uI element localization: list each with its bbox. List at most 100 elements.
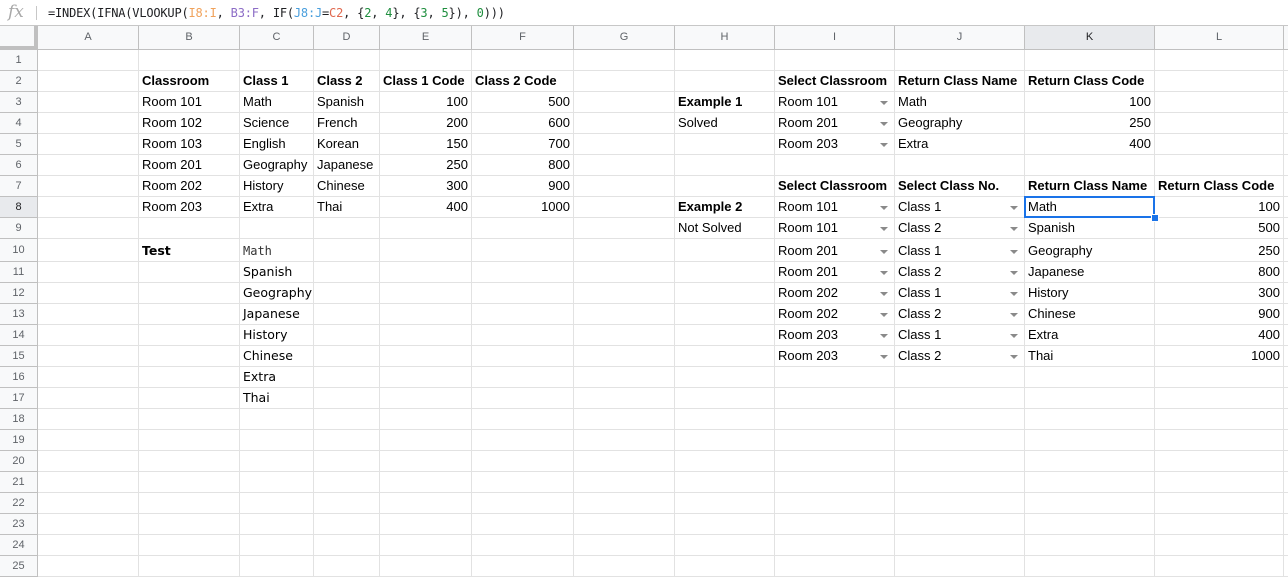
cell-f18[interactable] xyxy=(472,409,574,430)
cell-d6[interactable]: Japanese xyxy=(314,155,380,176)
cell-g9[interactable] xyxy=(574,218,675,239)
cell-j1[interactable] xyxy=(895,50,1025,71)
cell-h6[interactable] xyxy=(675,155,775,176)
cell-g23[interactable] xyxy=(574,514,675,535)
cell-g2[interactable] xyxy=(574,71,675,92)
cell-e10[interactable] xyxy=(380,239,472,262)
cell-g17[interactable] xyxy=(574,388,675,409)
cell-k10[interactable]: Geography xyxy=(1025,239,1155,262)
cell-l2[interactable] xyxy=(1155,71,1284,92)
cell-m15[interactable] xyxy=(1284,346,1288,367)
cell-f7[interactable]: 900 xyxy=(472,176,574,197)
cell-l5[interactable] xyxy=(1155,134,1284,155)
cell-d3[interactable]: Spanish xyxy=(314,92,380,113)
cell-j25[interactable] xyxy=(895,556,1025,577)
cell-m21[interactable] xyxy=(1284,472,1288,493)
cell-b11[interactable] xyxy=(139,262,240,283)
cell-m9[interactable] xyxy=(1284,218,1288,239)
cell-l24[interactable] xyxy=(1155,535,1284,556)
cell-k20[interactable] xyxy=(1025,451,1155,472)
dropdown-arrow-icon[interactable] xyxy=(1010,227,1018,231)
cell-d24[interactable] xyxy=(314,535,380,556)
dropdown-arrow-icon[interactable] xyxy=(880,227,888,231)
cell-f3[interactable]: 500 xyxy=(472,92,574,113)
cell-k8[interactable]: Math xyxy=(1025,197,1155,218)
cell-m24[interactable] xyxy=(1284,535,1288,556)
cell-c25[interactable] xyxy=(240,556,314,577)
dropdown-cell-i5[interactable]: Room 203 xyxy=(775,134,895,155)
cell-e1[interactable] xyxy=(380,50,472,71)
cell-c10[interactable]: Math xyxy=(240,239,314,262)
cell-m12[interactable] xyxy=(1284,283,1288,304)
row-header-18[interactable]: 18 xyxy=(0,409,38,430)
row-header-7[interactable]: 7 xyxy=(0,176,38,197)
cell-l8[interactable]: 100 xyxy=(1155,197,1284,218)
dropdown-arrow-icon[interactable] xyxy=(880,143,888,147)
cell-m4[interactable] xyxy=(1284,113,1288,134)
cell-a23[interactable] xyxy=(38,514,139,535)
cell-e15[interactable] xyxy=(380,346,472,367)
cell-a1[interactable] xyxy=(38,50,139,71)
cell-m13[interactable] xyxy=(1284,304,1288,325)
row-header-17[interactable]: 17 xyxy=(0,388,38,409)
cell-c12[interactable]: Geography xyxy=(240,283,314,304)
cell-k2[interactable]: Return Class Code xyxy=(1025,71,1155,92)
cell-f17[interactable] xyxy=(472,388,574,409)
cell-e11[interactable] xyxy=(380,262,472,283)
cell-d8[interactable]: Thai xyxy=(314,197,380,218)
cell-g7[interactable] xyxy=(574,176,675,197)
cell-b4[interactable]: Room 102 xyxy=(139,113,240,134)
cell-m17[interactable] xyxy=(1284,388,1288,409)
cell-a13[interactable] xyxy=(38,304,139,325)
cell-e24[interactable] xyxy=(380,535,472,556)
cell-a11[interactable] xyxy=(38,262,139,283)
row-header-9[interactable]: 9 xyxy=(0,218,38,239)
cell-e7[interactable]: 300 xyxy=(380,176,472,197)
column-header-d[interactable]: D xyxy=(314,26,380,50)
cell-a20[interactable] xyxy=(38,451,139,472)
cell-b19[interactable] xyxy=(139,430,240,451)
cell-b6[interactable]: Room 201 xyxy=(139,155,240,176)
row-header-25[interactable]: 25 xyxy=(0,556,38,577)
cell-e6[interactable]: 250 xyxy=(380,155,472,176)
cell-c17[interactable]: Thai xyxy=(240,388,314,409)
row-header-3[interactable]: 3 xyxy=(0,92,38,113)
cell-g22[interactable] xyxy=(574,493,675,514)
cell-e8[interactable]: 400 xyxy=(380,197,472,218)
cell-c21[interactable] xyxy=(240,472,314,493)
dropdown-cell-i15[interactable]: Room 203 xyxy=(775,346,895,367)
cell-e16[interactable] xyxy=(380,367,472,388)
cell-i17[interactable] xyxy=(775,388,895,409)
row-header-2[interactable]: 2 xyxy=(0,71,38,92)
cell-b21[interactable] xyxy=(139,472,240,493)
cell-b7[interactable]: Room 202 xyxy=(139,176,240,197)
cell-g4[interactable] xyxy=(574,113,675,134)
cell-i25[interactable] xyxy=(775,556,895,577)
cell-k24[interactable] xyxy=(1025,535,1155,556)
dropdown-cell-j10[interactable]: Class 1 xyxy=(895,239,1025,262)
row-header-5[interactable]: 5 xyxy=(0,134,38,155)
cell-l10[interactable]: 250 xyxy=(1155,239,1284,262)
dropdown-cell-j8[interactable]: Class 1 xyxy=(895,197,1025,218)
cell-b15[interactable] xyxy=(139,346,240,367)
cell-h23[interactable] xyxy=(675,514,775,535)
cell-g18[interactable] xyxy=(574,409,675,430)
row-header-10[interactable]: 10 xyxy=(0,239,38,262)
cell-l20[interactable] xyxy=(1155,451,1284,472)
cell-c20[interactable] xyxy=(240,451,314,472)
cell-e9[interactable] xyxy=(380,218,472,239)
dropdown-cell-i11[interactable]: Room 201 xyxy=(775,262,895,283)
column-header-a[interactable]: A xyxy=(38,26,139,50)
cell-e12[interactable] xyxy=(380,283,472,304)
cell-l22[interactable] xyxy=(1155,493,1284,514)
cell-m2[interactable] xyxy=(1284,71,1288,92)
cell-g5[interactable] xyxy=(574,134,675,155)
cell-d15[interactable] xyxy=(314,346,380,367)
row-header-12[interactable]: 12 xyxy=(0,283,38,304)
cell-c5[interactable]: English xyxy=(240,134,314,155)
cell-l3[interactable] xyxy=(1155,92,1284,113)
cell-b10[interactable]: Test xyxy=(139,239,240,262)
cell-h4[interactable]: Solved xyxy=(675,113,775,134)
cell-g14[interactable] xyxy=(574,325,675,346)
dropdown-cell-i4[interactable]: Room 201 xyxy=(775,113,895,134)
